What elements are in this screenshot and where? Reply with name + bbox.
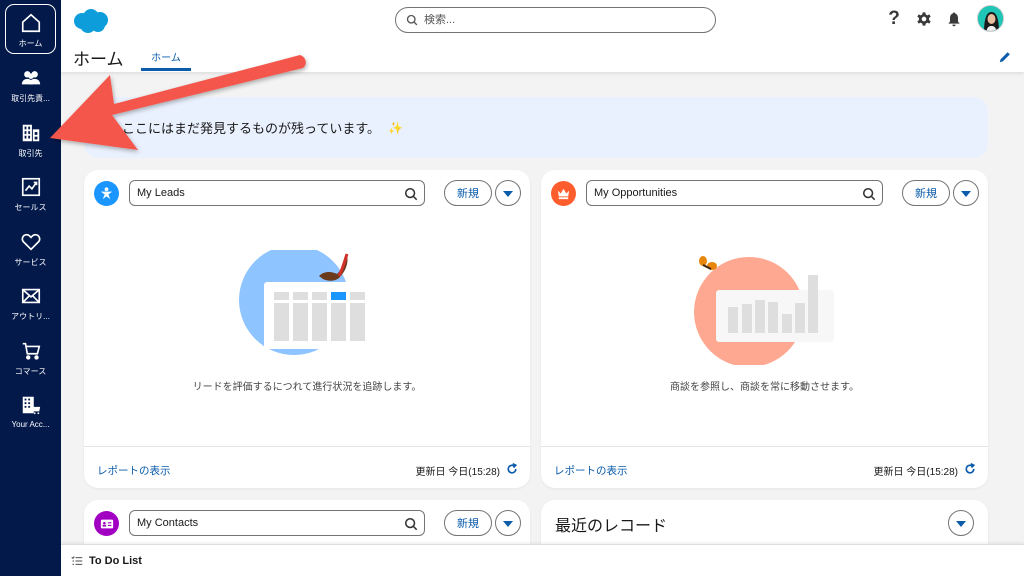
app-navigation-sidebar: ホーム 取引先責... 取引先 セールス サービス アウトリ... コマース Y… [0, 0, 61, 576]
card-footer: レポートの表示 更新日 今日(15:28) [84, 446, 530, 488]
leads-card: My Leads 新規 リードを評価するにつれて進行状況を追跡します。 レポート… [84, 170, 530, 488]
sparkle-icon: ✨ [388, 120, 404, 135]
help-icon: ? [888, 8, 900, 29]
empty-state-text: 商談を参照し、商談を常に移動させます。 [670, 382, 859, 393]
page-title: ホーム [73, 50, 124, 69]
gear-icon [917, 12, 931, 26]
list-view-name: My Leads [137, 187, 185, 199]
chevron-down-icon [961, 191, 971, 197]
sidebar-item-sales[interactable]: セールス [5, 169, 56, 219]
checklist-icon [71, 555, 83, 565]
sidebar-item-contacts[interactable]: 取引先責... [5, 60, 56, 110]
list-view-selector[interactable]: My Contacts [129, 510, 425, 536]
sidebar-item-your-account[interactable]: Your Acc... [5, 387, 56, 437]
card-menu-button[interactable] [495, 180, 521, 206]
list-view-selector[interactable]: My Leads [129, 180, 425, 206]
home-icon [21, 13, 40, 33]
cart-icon [22, 342, 40, 360]
chevron-down-icon [503, 191, 513, 197]
todo-list-utility[interactable]: To Do List [61, 544, 1024, 576]
list-view-selector[interactable]: My Opportunities [586, 180, 883, 206]
search-icon [404, 517, 418, 531]
contacts-group-icon [21, 71, 40, 85]
sales-chart-icon [21, 177, 40, 197]
refresh-icon[interactable] [506, 463, 518, 475]
user-avatar[interactable] [977, 5, 1004, 32]
card-menu-button[interactable] [953, 180, 979, 206]
search-input[interactable] [424, 14, 704, 26]
salesforce-cloud-logo[interactable] [72, 8, 110, 34]
settings-button[interactable] [915, 10, 933, 28]
last-updated-text: 更新日 今日(15:28) [873, 467, 958, 478]
user-photo-icon [978, 6, 1003, 31]
sidebar-item-label: セールス [14, 203, 47, 212]
global-search[interactable] [395, 7, 716, 33]
help-button[interactable]: ? [885, 8, 903, 29]
sidebar-item-label: ホーム [18, 39, 43, 48]
card-menu-button[interactable] [948, 510, 974, 536]
notifications-button[interactable] [945, 10, 963, 28]
todo-list-label: To Do List [89, 554, 142, 567]
sidebar-item-label: サービス [14, 258, 47, 267]
view-report-link[interactable]: レポートの表示 [97, 463, 171, 478]
chevron-down-icon [956, 521, 966, 527]
new-contact-button[interactable]: 新規 [444, 510, 492, 536]
chevron-down-icon [503, 521, 513, 527]
list-view-name: My Contacts [137, 517, 199, 529]
store-building-icon [22, 396, 40, 415]
contact-card-icon [94, 511, 119, 536]
opportunities-empty-illustration [694, 256, 834, 365]
search-icon [404, 187, 418, 201]
sidebar-item-label: Your Acc... [11, 420, 50, 429]
sidebar-item-label: コマース [14, 367, 47, 376]
opportunity-crown-icon [551, 181, 576, 206]
refresh-icon[interactable] [964, 463, 976, 475]
tab-home[interactable]: ホーム [141, 49, 191, 71]
envelope-icon [21, 288, 40, 304]
empty-state-text: リードを評価するにつれて進行状況を追跡します。 [192, 382, 422, 393]
search-icon [862, 187, 876, 201]
last-updated-text: 更新日 今日(15:28) [415, 467, 500, 478]
building-icon [22, 124, 39, 142]
bell-icon [948, 12, 960, 27]
sidebar-item-label: 取引先 [18, 149, 43, 158]
sidebar-item-service[interactable]: サービス [5, 224, 56, 274]
lead-object-icon [94, 181, 119, 206]
sidebar-item-label: アウトリ... [11, 312, 50, 321]
heart-icon [21, 233, 40, 251]
view-report-link[interactable]: レポートの表示 [554, 463, 628, 478]
sidebar-item-accounts[interactable]: 取引先 [5, 115, 56, 165]
banner-text: ここにはまだ発見するものが残っています。 [122, 121, 381, 136]
list-view-name: My Opportunities [594, 187, 678, 199]
search-icon [406, 14, 418, 26]
opportunities-card: My Opportunities 新規 商談を参照し、商談を常に移動させます。 … [541, 170, 988, 488]
card-menu-button[interactable] [495, 510, 521, 536]
sidebar-item-commerce[interactable]: コマース [5, 333, 56, 383]
sidebar-item-home[interactable]: ホーム [5, 4, 56, 54]
leads-empty-illustration [239, 250, 374, 355]
sidebar-item-outreach[interactable]: アウトリ... [5, 278, 56, 328]
discovery-banner: ここにはまだ発見するものが残っています。 ✨ [84, 97, 988, 158]
card-footer: レポートの表示 更新日 今日(15:28) [541, 446, 988, 488]
new-lead-button[interactable]: 新規 [444, 180, 492, 206]
edit-pencil-icon[interactable] [998, 50, 1012, 64]
sidebar-item-label: 取引先責... [11, 94, 50, 103]
card-title: 最近のレコード [555, 518, 668, 535]
global-header: ? ホーム ホーム [61, 0, 1024, 72]
new-opportunity-button[interactable]: 新規 [902, 180, 950, 206]
